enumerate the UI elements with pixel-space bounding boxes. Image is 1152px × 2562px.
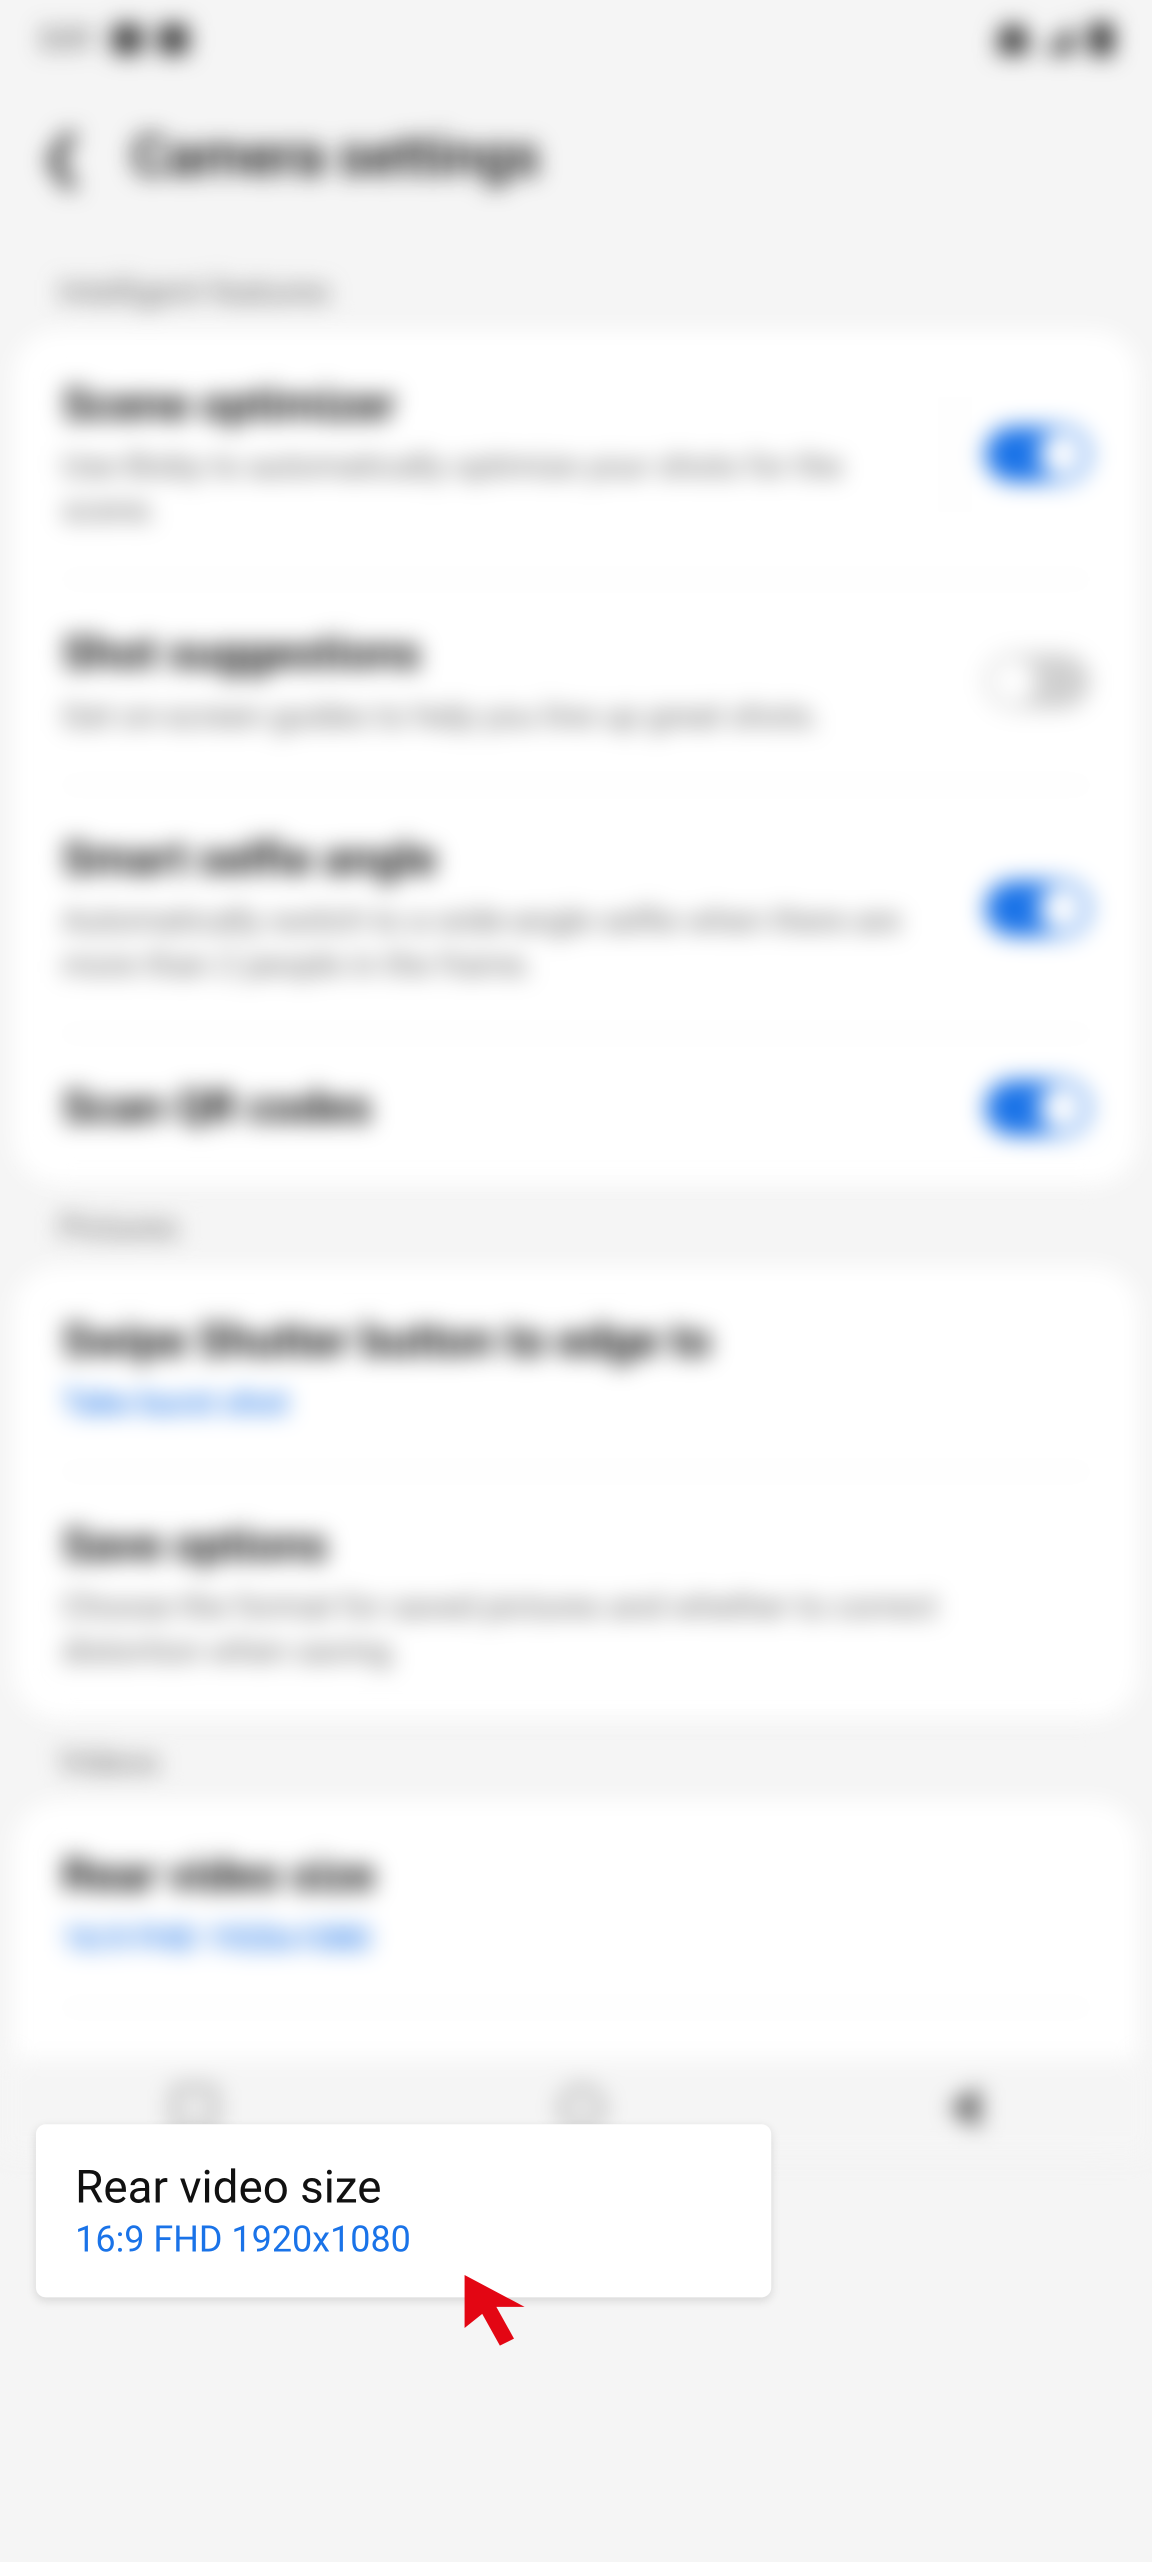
page-title: Camera settings bbox=[132, 124, 540, 189]
recents-icon[interactable] bbox=[173, 2087, 215, 2129]
shot-suggestions-title: Shot suggestions bbox=[62, 625, 953, 684]
rear-video-size-value: 16:9 FHD 1920x1080 bbox=[62, 1916, 1057, 1960]
swipe-shutter-title: Swipe Shutter button to edge to bbox=[62, 1311, 1057, 1370]
notification-icon bbox=[112, 25, 141, 54]
sync-icon bbox=[158, 25, 187, 54]
back-icon[interactable]: ❮ bbox=[39, 124, 86, 189]
section-label-pictures: Pictures bbox=[0, 1184, 1152, 1266]
scene-optimizer-row[interactable]: Scene optimizer Use Bixby to automatical… bbox=[13, 330, 1139, 579]
save-options-sub: Choose the format for saved pictures and… bbox=[62, 1586, 1057, 1674]
pictures-card: Swipe Shutter button to edge to Take bur… bbox=[13, 1266, 1139, 1720]
intelligent-features-card: Scene optimizer Use Bixby to automatical… bbox=[13, 330, 1139, 1184]
shot-suggestions-toggle[interactable] bbox=[985, 654, 1090, 710]
scene-optimizer-sub: Use Bixby to automatically optimize your… bbox=[62, 445, 892, 533]
smart-selfie-title: Smart selfie angle bbox=[62, 830, 953, 889]
scene-optimizer-toggle[interactable] bbox=[985, 427, 1090, 483]
smart-selfie-row[interactable]: Smart selfie angle Automatically switch … bbox=[13, 784, 1139, 1033]
signal-icon bbox=[1044, 25, 1073, 54]
divider bbox=[954, 397, 956, 511]
swipe-shutter-value: Take burst shot bbox=[62, 1381, 1057, 1425]
smart-selfie-toggle[interactable] bbox=[985, 881, 1090, 937]
shot-suggestions-row[interactable]: Shot suggestions Get on-screen guides to… bbox=[13, 579, 1139, 784]
section-label-videos: Videos bbox=[0, 1720, 1152, 1802]
app-header: ❮ Camera settings bbox=[0, 78, 1152, 248]
swipe-shutter-row[interactable]: Swipe Shutter button to edge to Take bur… bbox=[13, 1266, 1139, 1471]
back-nav-icon[interactable] bbox=[950, 2087, 979, 2129]
section-label-intelligent: Intelligent features bbox=[0, 248, 1152, 330]
shot-suggestions-sub: Get on-screen guides to help you line up… bbox=[62, 694, 953, 738]
scan-qr-row[interactable]: Scan QR codes bbox=[13, 1033, 1139, 1184]
rear-video-size-row[interactable]: Rear video size 16:9 FHD 1920x1080 bbox=[13, 1801, 1139, 2006]
scan-qr-toggle[interactable] bbox=[985, 1081, 1090, 1137]
wifi-icon bbox=[998, 25, 1027, 54]
status-time: 3:01 bbox=[39, 22, 96, 56]
status-bar: 3:01 bbox=[0, 0, 1152, 78]
annotation-arrow-icon bbox=[458, 2268, 546, 2356]
battery-icon bbox=[1090, 23, 1113, 56]
rear-video-size-title-focused: Rear video size bbox=[75, 2160, 732, 2214]
save-options-title: Save options bbox=[62, 1516, 1057, 1575]
smart-selfie-sub: Automatically switch to a wide-angle sel… bbox=[62, 899, 953, 987]
rear-video-size-title: Rear video size bbox=[62, 1847, 1057, 1906]
save-options-row[interactable]: Save options Choose the format for saved… bbox=[13, 1471, 1139, 1720]
rear-video-size-value-focused: 16:9 FHD 1920x1080 bbox=[75, 2221, 732, 2262]
scene-optimizer-title: Scene optimizer bbox=[62, 376, 892, 435]
home-icon[interactable] bbox=[561, 2087, 603, 2129]
scan-qr-title: Scan QR codes bbox=[62, 1079, 953, 1138]
rear-video-size-highlight[interactable]: Rear video size 16:9 FHD 1920x1080 bbox=[36, 2124, 771, 2297]
